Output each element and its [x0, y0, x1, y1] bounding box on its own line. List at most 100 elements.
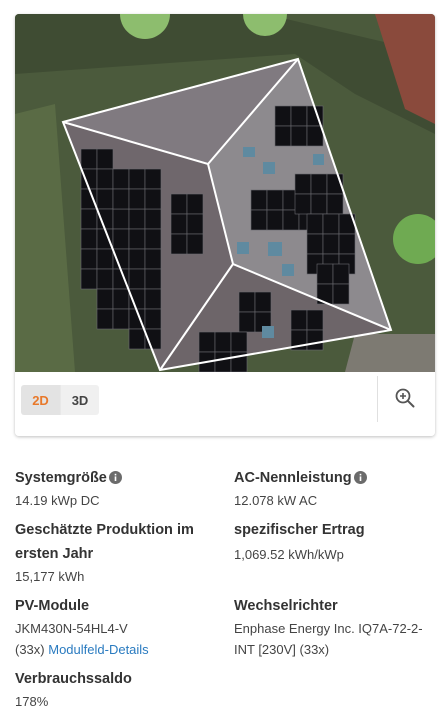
production-block: Geschätzte Produktion im ersten Jahr 15,… — [15, 518, 220, 587]
production-label-line2: ersten Jahr — [15, 546, 94, 562]
solar-panel — [316, 263, 334, 285]
solar-panel — [310, 193, 328, 215]
solar-panel — [326, 193, 344, 215]
street-area — [345, 334, 435, 372]
toolbar-divider — [377, 376, 378, 422]
solar-panel — [96, 188, 114, 210]
solar-panel — [96, 308, 114, 330]
solar-panel — [290, 309, 308, 331]
solar-panel — [214, 331, 232, 353]
map-toolbar: 2D 3D — [15, 372, 435, 436]
solar-panel — [290, 105, 308, 127]
inverter-block: Wechselrichter Enphase Energy Inc. IQ7A-… — [234, 594, 439, 660]
system-size-block: Systemgröße 14.19 kWp DC — [15, 466, 220, 511]
solar-panel — [306, 329, 324, 351]
solar-panel — [170, 213, 188, 235]
solar-panel — [186, 213, 204, 235]
inverter-value-line1: Enphase Energy Inc. IQ7A-72-2- — [234, 621, 423, 636]
solar-panel — [96, 268, 114, 290]
solar-panel — [112, 248, 130, 270]
info-icon[interactable] — [353, 470, 367, 484]
solar-panel — [112, 208, 130, 230]
info-icon[interactable] — [108, 470, 122, 484]
solar-panel — [274, 105, 292, 127]
solar-panel — [96, 208, 114, 230]
solar-panel — [266, 209, 284, 231]
solar-panel — [128, 248, 146, 270]
specific-yield-block: spezifischer Ertrag 1,069.52 kWh/kWp — [234, 518, 439, 565]
solar-panel — [112, 168, 130, 190]
view-mode-toggle: 2D 3D — [21, 385, 99, 415]
solar-panel — [144, 268, 162, 290]
solar-panel — [144, 248, 162, 270]
solar-panel — [80, 268, 98, 290]
solar-panel — [306, 213, 324, 235]
inverter-label: Wechselrichter — [234, 598, 338, 614]
inverter-value-line2: INT [230V] (33x) — [234, 642, 330, 657]
solar-panel — [214, 351, 232, 372]
production-value: 15,177 kWh — [15, 569, 85, 584]
solar-panel — [294, 173, 312, 195]
solar-panel — [238, 291, 256, 313]
solar-panel — [332, 263, 350, 285]
solar-panel — [128, 228, 146, 250]
ac-power-value: 12.078 kW AC — [234, 493, 318, 508]
solar-panel — [306, 125, 324, 147]
pv-modules-block: PV-Module JKM430N-54HL4-V (33x) Modulfel… — [15, 594, 220, 660]
ac-power-block: AC-Nennleistung 12.078 kW AC — [234, 466, 439, 511]
solar-panel — [112, 288, 130, 310]
solar-panel — [144, 188, 162, 210]
consumption-balance-value: 178% — [15, 694, 49, 709]
solar-panel — [80, 188, 98, 210]
view-3d-button[interactable]: 3D — [60, 385, 99, 415]
solar-panel — [238, 311, 256, 333]
solar-panel — [96, 168, 114, 190]
consumption-balance-label: Verbrauchssaldo — [15, 671, 132, 687]
zoom-in-icon — [395, 388, 415, 408]
solar-panel — [112, 188, 130, 210]
consumption-balance-block: Verbrauchssaldo 178% — [15, 667, 220, 712]
pv-modules-count: (33x) — [15, 642, 45, 657]
system-size-value: 14.19 kWp DC — [15, 493, 100, 508]
solar-panel — [250, 209, 268, 231]
pv-modules-label: PV-Module — [15, 598, 90, 614]
solar-panel — [186, 233, 204, 255]
solar-panel — [112, 228, 130, 250]
solar-panel — [128, 328, 146, 350]
solar-panel — [96, 148, 114, 170]
solar-panel — [128, 268, 146, 290]
solar-panel — [250, 189, 268, 211]
solar-panel — [80, 208, 98, 230]
specific-yield-value: 1,069.52 kWh/kWp — [234, 547, 344, 562]
solar-panel — [170, 193, 188, 215]
view-2d-button[interactable]: 2D — [21, 385, 60, 415]
solar-panel — [254, 291, 272, 313]
solar-panel — [170, 233, 188, 255]
system-size-label: Systemgröße — [15, 470, 107, 486]
solar-panel — [332, 283, 350, 305]
module-field-details-link[interactable]: Modulfeld-Details — [48, 642, 148, 657]
solar-panel — [112, 308, 130, 330]
roof-view-card: 2D 3D — [15, 14, 435, 436]
zoom-button[interactable] — [390, 383, 420, 413]
solar-panel — [306, 309, 324, 331]
solar-panel — [96, 288, 114, 310]
ac-power-label: AC-Nennleistung — [234, 470, 352, 486]
solar-panel — [96, 248, 114, 270]
solar-panel — [306, 233, 324, 255]
pv-modules-model: JKM430N-54HL4-V — [15, 621, 128, 636]
roof-satellite-map[interactable] — [15, 14, 435, 372]
solar-panel — [274, 125, 292, 147]
solar-panel — [198, 331, 216, 353]
solar-panel — [290, 125, 308, 147]
solar-panel — [80, 148, 98, 170]
solar-panel — [128, 208, 146, 230]
solar-panel — [322, 233, 340, 255]
solar-panel — [80, 228, 98, 250]
specific-yield-label: spezifischer Ertrag — [234, 522, 365, 538]
solar-panel — [144, 208, 162, 230]
solar-panel — [322, 213, 340, 235]
solar-panel — [144, 308, 162, 330]
production-label-line1: Geschätzte Produktion im — [15, 522, 194, 538]
solar-panel — [128, 168, 146, 190]
